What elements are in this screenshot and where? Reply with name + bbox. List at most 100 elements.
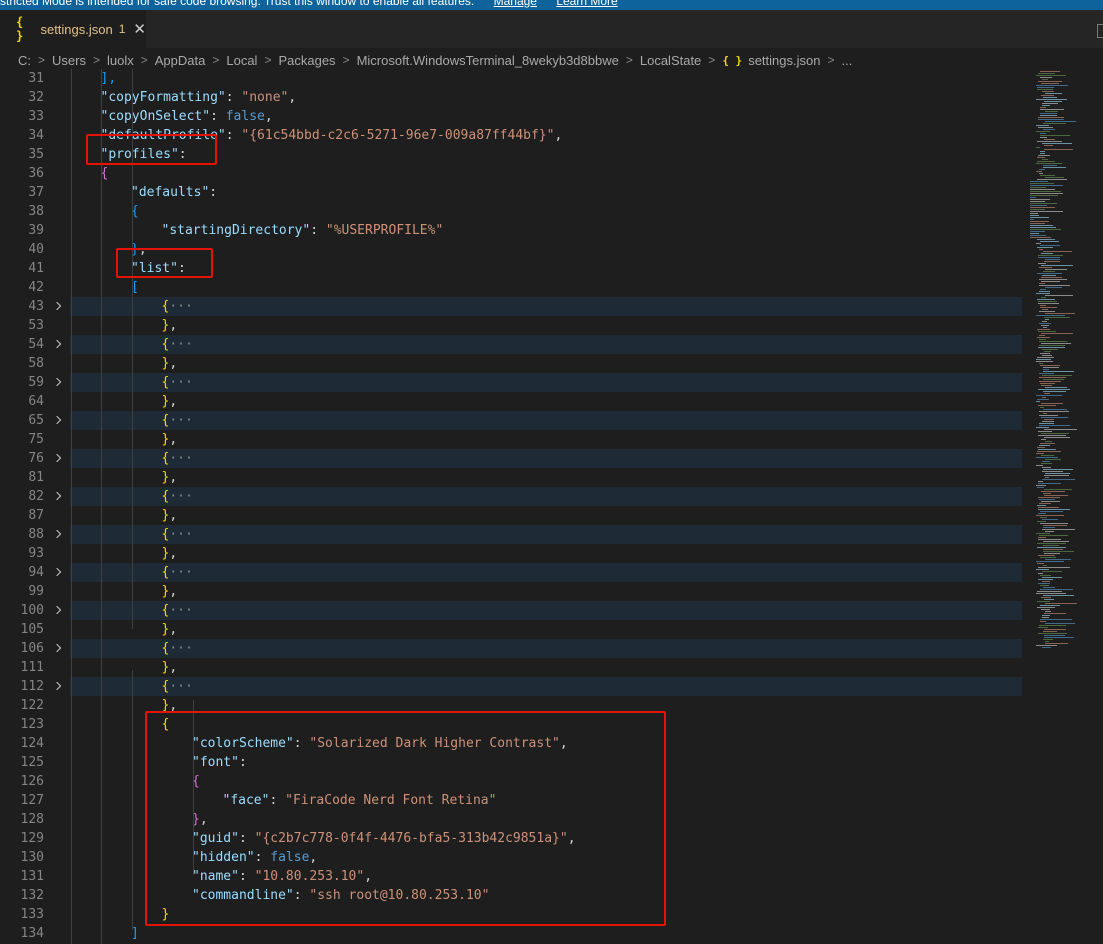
breadcrumb-ellipsis[interactable]: ... — [841, 53, 852, 68]
minimap-line — [1039, 411, 1069, 412]
minimap-line — [1036, 361, 1053, 362]
minimap-line — [1044, 419, 1054, 420]
breadcrumb-segment[interactable]: AppData — [155, 53, 206, 68]
minimap-line — [1043, 369, 1049, 370]
breadcrumb-segment[interactable]: luolx — [107, 53, 134, 68]
minimap-line — [1037, 161, 1055, 162]
minimap-line — [1044, 475, 1069, 476]
breadcrumb-file[interactable]: settings.json — [748, 53, 820, 68]
minimap-line — [1038, 301, 1057, 302]
minimap-line — [1045, 559, 1071, 560]
minimap-line — [1045, 387, 1067, 388]
minimap-line — [1038, 303, 1059, 304]
minimap-line — [1030, 221, 1049, 222]
code-line[interactable]: 93}, — [0, 544, 1022, 563]
minimap-line — [1041, 417, 1068, 418]
folded-code-line[interactable]: 54 {··· — [0, 335, 1022, 354]
minimap-line — [1030, 233, 1039, 234]
code-line[interactable]: 42[ — [0, 278, 1022, 297]
code-line[interactable]: 64}, — [0, 392, 1022, 411]
minimap-line — [1037, 591, 1062, 592]
minimap-line — [1040, 175, 1055, 176]
minimap-line — [1030, 201, 1045, 202]
code-line[interactable]: 53}, — [0, 316, 1022, 335]
code-line[interactable]: 36{ — [0, 164, 1022, 183]
line-number: 58 — [28, 356, 44, 371]
folded-code-line[interactable]: 43 {··· — [0, 297, 1022, 316]
code-line[interactable]: 75}, — [0, 430, 1022, 449]
minimap-line — [1042, 647, 1051, 648]
minimap-line — [1045, 477, 1049, 478]
breadcrumb-segment[interactable]: Local — [226, 53, 257, 68]
folded-code-line[interactable]: 112 {··· — [0, 677, 1022, 696]
code-token: : — [310, 223, 326, 238]
minimap-line — [1037, 357, 1054, 358]
folded-code-line[interactable]: 94 {··· — [0, 563, 1022, 582]
minimap-line — [1037, 299, 1055, 300]
minimap-line — [1040, 523, 1068, 524]
chevron-right-icon: > — [140, 53, 148, 67]
breadcrumb-segment[interactable]: C: — [18, 53, 31, 68]
minimap-line — [1041, 501, 1060, 502]
close-icon[interactable]: ✕ — [133, 20, 146, 38]
code-token: , — [169, 546, 178, 561]
folded-code-line[interactable]: 100 {··· — [0, 601, 1022, 620]
breadcrumb-segment[interactable]: Users — [52, 53, 86, 68]
minimap-line — [1045, 121, 1076, 122]
folded-code-line[interactable]: 65 {··· — [0, 411, 1022, 430]
minimap-line — [1042, 479, 1075, 480]
minimap-line — [1044, 629, 1066, 630]
minimap-line — [1042, 103, 1058, 104]
folded-code-line[interactable]: 76 {··· — [0, 449, 1022, 468]
code-token: "copyOnSelect" — [100, 109, 211, 124]
breadcrumb-segment[interactable]: LocalState — [640, 53, 701, 68]
minimap-line — [1042, 79, 1048, 80]
minimap-line — [1037, 601, 1050, 602]
indent-guide — [132, 670, 133, 930]
code-line[interactable]: 38{ — [0, 202, 1022, 221]
minimap-line — [1043, 545, 1059, 546]
minimap-line — [1040, 241, 1059, 242]
code-line[interactable]: 33 "copyOnSelect": false, — [0, 107, 1022, 126]
folded-code-line[interactable]: 59 {··· — [0, 373, 1022, 392]
tab-settings-json[interactable]: { } settings.json 1 ✕ — [0, 10, 146, 48]
minimap-line — [1043, 327, 1047, 328]
minimap-line — [1041, 281, 1060, 282]
code-line[interactable]: 39 "startingDirectory": "%USERPROFILE%" — [0, 221, 1022, 240]
manage-link[interactable]: Manage — [494, 0, 537, 8]
minimap-line — [1043, 527, 1055, 528]
code-line[interactable]: 134] — [0, 924, 1022, 943]
code-line[interactable]: 81}, — [0, 468, 1022, 487]
minimap-line — [1037, 337, 1050, 338]
breadcrumb-segment[interactable]: Packages — [278, 53, 335, 68]
folded-code-line[interactable]: 106 {··· — [0, 639, 1022, 658]
minimap-line — [1041, 491, 1065, 492]
code-line[interactable]: 32 "copyFormatting": "none", — [0, 88, 1022, 107]
code-line[interactable]: 111}, — [0, 658, 1022, 677]
breadcrumb-segment[interactable]: Microsoft.WindowsTerminal_8wekyb3d8bbwe — [357, 53, 619, 68]
split-editor-icon[interactable] — [1097, 24, 1103, 38]
folded-code-line[interactable]: 82 {··· — [0, 487, 1022, 506]
code-token: , — [169, 318, 178, 333]
code-token: ··· — [169, 413, 193, 428]
code-line[interactable]: 37 "defaults": — [0, 183, 1022, 202]
learn-more-link[interactable]: Learn More — [556, 0, 617, 8]
code-token: "defaults" — [131, 185, 210, 200]
code-line[interactable]: 58}, — [0, 354, 1022, 373]
code-line[interactable]: 31], — [0, 69, 1022, 88]
minimap-line — [1030, 199, 1050, 200]
minimap-line — [1030, 223, 1045, 224]
minimap-line — [1042, 159, 1048, 160]
minimap-line — [1039, 279, 1067, 280]
folded-code-line[interactable]: 88 {··· — [0, 525, 1022, 544]
code-line[interactable]: 99}, — [0, 582, 1022, 601]
minimap-line — [1045, 643, 1068, 644]
code-line[interactable]: 105}, — [0, 620, 1022, 639]
minimap-line — [1030, 227, 1056, 228]
code-line[interactable]: 87}, — [0, 506, 1022, 525]
minimap[interactable] — [1030, 69, 1103, 944]
minimap-line — [1044, 261, 1060, 262]
minimap-line — [1044, 101, 1062, 102]
minimap-line — [1038, 73, 1055, 74]
minimap-line — [1037, 607, 1055, 608]
